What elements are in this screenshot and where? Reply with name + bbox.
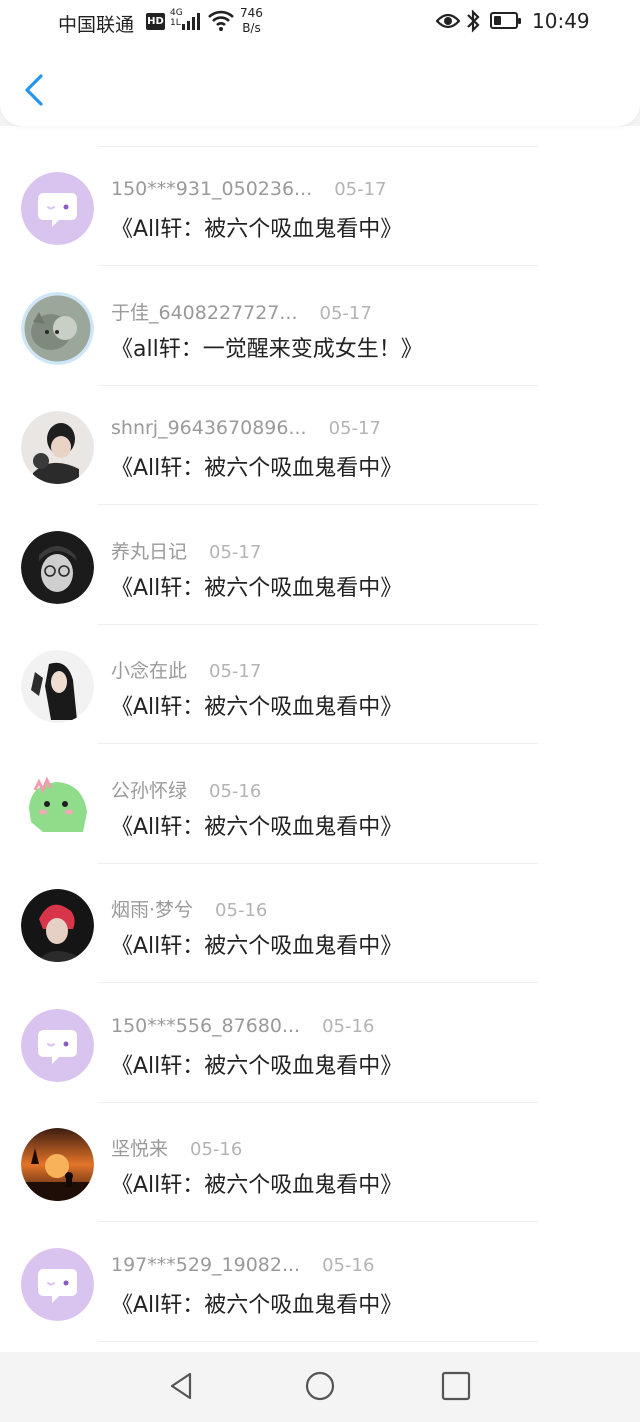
user-name-text: 坚悦来 bbox=[111, 1138, 169, 1160]
back-button[interactable] bbox=[20, 70, 50, 110]
user-list: 150***931_050236... 05-17 《All轩：被六个吸血鬼看中》于… bbox=[0, 126, 640, 1352]
list-item[interactable]: 150***931_050236... 05-17 《All轩：被六个吸血鬼看中》 bbox=[0, 147, 640, 266]
avatar[interactable] bbox=[21, 291, 94, 365]
item-date: 05-17 bbox=[319, 302, 372, 324]
user-name: 于佳_6408227727... 05-17 bbox=[111, 298, 372, 325]
user-name: 公孙怀绿 05-16 bbox=[111, 776, 261, 803]
wifi-icon bbox=[208, 10, 234, 31]
list-item[interactable]: 197***529_19082... 05-16 《All轩：被六个吸血鬼看中》 bbox=[0, 1223, 640, 1342]
book-title: 《All轩：被六个吸血鬼看中》 bbox=[111, 814, 403, 840]
user-name-text: 公孙怀绿 bbox=[111, 779, 188, 802]
avatar[interactable] bbox=[21, 172, 94, 245]
eye-comfort-icon bbox=[436, 13, 460, 29]
avatar[interactable] bbox=[21, 1008, 94, 1082]
list-item[interactable]: 养丸日记 05-17 《All轩：被六个吸血鬼看中》 bbox=[0, 506, 640, 625]
user-name: 坚悦来 05-16 bbox=[111, 1134, 242, 1161]
user-name: 烟雨·梦兮 05-16 bbox=[111, 895, 267, 922]
network-speed: 746 B/s bbox=[240, 6, 263, 36]
list-divider bbox=[98, 1340, 538, 1342]
avatar[interactable] bbox=[21, 769, 94, 843]
triangle-back-icon bbox=[170, 1372, 192, 1400]
book-title: 《All轩：被六个吸血鬼看中》 bbox=[111, 456, 403, 481]
book-title: 《All轩：被六个吸血鬼看中》 bbox=[111, 1292, 403, 1318]
book-title: 《All轩：被六个吸血鬼看中》 bbox=[111, 934, 403, 959]
user-name: 197***529_19082... 05-16 bbox=[111, 1254, 374, 1276]
user-name-text: shnrj_9643670896... bbox=[111, 417, 307, 439]
list-item[interactable]: 150***556_87680... 05-16 《All轩：被六个吸血鬼看中》 bbox=[0, 984, 640, 1103]
avatar[interactable] bbox=[21, 1128, 94, 1201]
list-item[interactable]: 小念在此 05-17 《All轩：被六个吸血鬼看中》 bbox=[0, 625, 640, 744]
item-date: 05-17 bbox=[209, 541, 262, 563]
book-title: 《All轩：被六个吸血鬼看中》 bbox=[111, 695, 403, 720]
user-name-text: 于佳_6408227727... bbox=[111, 301, 298, 324]
bluetooth-icon bbox=[467, 9, 480, 33]
circle-home-icon bbox=[305, 1371, 335, 1401]
list-item[interactable]: 公孙怀绿 05-16 《All轩：被六个吸血鬼看中》 bbox=[0, 745, 640, 864]
book-title: 《All轩：被六个吸血鬼看中》 bbox=[111, 1053, 403, 1079]
nav-home-button[interactable] bbox=[304, 1370, 336, 1406]
item-date: 05-17 bbox=[328, 418, 381, 439]
navigation-bar bbox=[0, 1352, 640, 1422]
hd-badge: HD bbox=[146, 13, 165, 30]
list-item[interactable]: 烟雨·梦兮 05-16 《All轩：被六个吸血鬼看中》 bbox=[0, 864, 640, 983]
item-date: 05-17 bbox=[334, 179, 387, 200]
nav-back-button[interactable] bbox=[166, 1370, 198, 1406]
speed-value: 746 bbox=[240, 6, 263, 20]
battery-icon bbox=[490, 12, 521, 29]
user-name-text: 197***529_19082... bbox=[111, 1253, 301, 1276]
avatar[interactable] bbox=[21, 650, 94, 723]
avatar[interactable] bbox=[21, 411, 94, 484]
nav-recents-button[interactable] bbox=[440, 1370, 472, 1406]
chevron-left-icon bbox=[25, 74, 43, 106]
network-type: 4G 1L bbox=[170, 8, 183, 28]
user-name: 养丸日记 05-17 bbox=[111, 537, 261, 564]
user-name-text: 养丸日记 bbox=[111, 540, 188, 563]
book-title: 《all轩：一觉醒来变成女生！》 bbox=[111, 336, 423, 362]
item-date: 05-16 bbox=[209, 780, 262, 802]
item-date: 05-16 bbox=[322, 1254, 375, 1276]
speed-unit: B/s bbox=[242, 21, 261, 35]
list-item[interactable]: shnrj_9643670896... 05-17 《All轩：被六个吸血鬼看中》 bbox=[0, 386, 640, 505]
user-name-text: 小念在此 bbox=[111, 660, 188, 682]
item-date: 05-17 bbox=[209, 661, 262, 682]
avatar[interactable] bbox=[21, 889, 94, 962]
carrier-name: 中国联通 bbox=[58, 14, 135, 36]
network-type-top: 4G bbox=[170, 8, 183, 18]
item-date: 05-16 bbox=[215, 900, 268, 921]
signal-icon bbox=[182, 13, 200, 30]
item-date: 05-16 bbox=[190, 1139, 243, 1160]
network-type-bottom: 1L bbox=[170, 18, 181, 28]
user-name: 小念在此 05-17 bbox=[111, 656, 261, 683]
battery-level bbox=[494, 16, 501, 25]
book-title: 《All轩：被六个吸血鬼看中》 bbox=[111, 217, 403, 242]
status-bar: 中国联通 HD 4G 1L 746 B/s 10:49 bbox=[0, 0, 640, 44]
user-name-text: 烟雨·梦兮 bbox=[111, 899, 194, 921]
book-title: 《All轩：被六个吸血鬼看中》 bbox=[111, 575, 403, 601]
user-name: shnrj_9643670896... 05-17 bbox=[111, 417, 381, 439]
book-title: 《All轩：被六个吸血鬼看中》 bbox=[111, 1173, 403, 1198]
avatar[interactable] bbox=[21, 530, 94, 604]
status-time: 10:49 bbox=[532, 9, 590, 33]
user-name: 150***556_87680... 05-16 bbox=[111, 1015, 374, 1037]
user-name-text: 150***931_050236... bbox=[111, 178, 313, 200]
avatar[interactable] bbox=[21, 1247, 94, 1321]
list-item[interactable]: 坚悦来 05-16 《All轩：被六个吸血鬼看中》 bbox=[0, 1103, 640, 1222]
user-name: 150***931_050236... 05-17 bbox=[111, 178, 387, 200]
top-bar: 中国联通 HD 4G 1L 746 B/s 10:49 bbox=[0, 0, 640, 126]
item-date: 05-16 bbox=[322, 1015, 375, 1037]
user-name-text: 150***556_87680... bbox=[111, 1014, 301, 1037]
square-recents-icon bbox=[441, 1371, 471, 1401]
list-item[interactable]: 于佳_6408227727... 05-17 《all轩：一觉醒来变成女生！》 bbox=[0, 267, 640, 386]
